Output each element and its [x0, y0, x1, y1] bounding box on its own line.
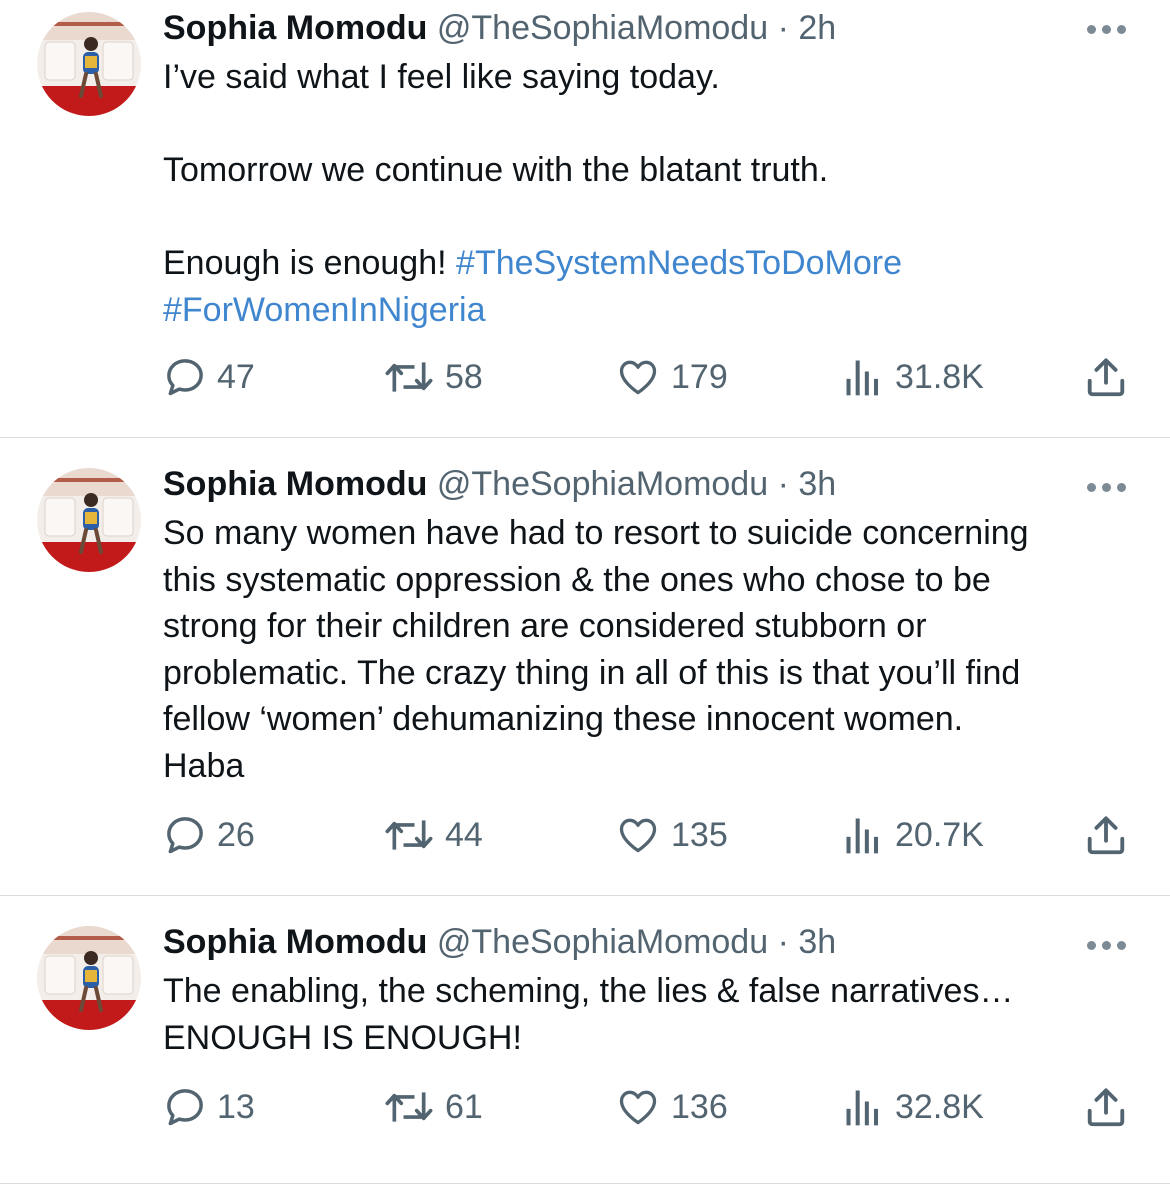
reply-button[interactable]: 26 [163, 810, 255, 860]
action-bar: 13 61 136 32.8K [163, 1082, 1133, 1132]
more-button[interactable] [1085, 480, 1129, 494]
like-count: 135 [671, 815, 728, 854]
views-button[interactable]: 31.8K [841, 352, 984, 402]
display-name[interactable]: Sophia Momodu [163, 465, 427, 503]
avatar-photo [37, 12, 141, 116]
text-line: strong for their children are considered… [163, 607, 927, 645]
avatar-photo [37, 926, 141, 1030]
views-button[interactable]: 20.7K [841, 810, 984, 860]
retweet-button[interactable]: 58 [383, 352, 483, 402]
more-button[interactable] [1085, 22, 1129, 36]
text-line: Enough is enough! #TheSystemNeedsToDoMor… [163, 240, 1133, 287]
share-button[interactable] [1083, 354, 1129, 405]
reply-button[interactable]: 47 [163, 352, 255, 402]
like-icon [615, 355, 661, 399]
action-bar: 47 58 179 31.8K [163, 352, 1133, 402]
display-name[interactable]: Sophia Momodu [163, 923, 427, 961]
reply-count: 26 [217, 815, 255, 854]
share-icon [1083, 1084, 1129, 1130]
like-icon [615, 813, 661, 857]
separator: · [768, 9, 799, 47]
text-line: this systematic oppression & the ones wh… [163, 560, 991, 599]
timestamp[interactable]: 3h [798, 465, 836, 503]
share-icon [1083, 354, 1129, 400]
avatar[interactable] [37, 926, 141, 1030]
tweet-header: Sophia Momodu @TheSophiaMomodu · 2h [163, 6, 1090, 50]
view-count: 32.8K [895, 1087, 984, 1126]
timestamp[interactable]: 2h [798, 9, 836, 47]
like-button[interactable]: 136 [615, 1082, 728, 1132]
retweet-icon [383, 1085, 435, 1129]
divider [0, 895, 1170, 896]
avatar[interactable] [37, 12, 141, 116]
share-button[interactable] [1083, 812, 1129, 863]
like-count: 136 [671, 1087, 728, 1126]
display-name[interactable]: Sophia Momodu [163, 9, 427, 47]
reply-icon [163, 355, 207, 399]
reply-icon [163, 1085, 207, 1129]
handle[interactable]: @TheSophiaMomodu [437, 9, 768, 47]
views-icon [841, 355, 885, 399]
avatar-photo [37, 468, 141, 572]
tweet-text: The enabling, the scheming, the lies & f… [163, 968, 1133, 1061]
timestamp[interactable]: 3h [798, 923, 836, 961]
hashtag-link[interactable]: #ForWomenInNigeria [163, 287, 1133, 334]
like-button[interactable]: 179 [615, 352, 728, 402]
retweet-count: 58 [445, 357, 483, 396]
separator: · [768, 465, 799, 503]
text-line: The enabling, the scheming, the lies & f… [163, 972, 1014, 1010]
separator: · [768, 923, 799, 961]
handle[interactable]: @TheSophiaMomodu [437, 465, 768, 503]
views-icon [841, 813, 885, 857]
views-icon [841, 1085, 885, 1129]
tweet-header: Sophia Momodu @TheSophiaMomodu · 3h [163, 920, 1090, 964]
views-button[interactable]: 32.8K [841, 1082, 984, 1132]
action-bar: 26 44 135 20.7K [163, 810, 1133, 860]
retweet-button[interactable]: 44 [383, 810, 483, 860]
text-line: problematic. The crazy thing in all of t… [163, 653, 1021, 692]
tweet-header: Sophia Momodu @TheSophiaMomodu · 3h [163, 462, 1090, 506]
text-line: Haba [163, 746, 245, 785]
retweet-count: 61 [445, 1087, 483, 1126]
text-line: Tomorrow we continue with the blatant tr… [163, 151, 829, 189]
view-count: 20.7K [895, 815, 984, 854]
text-line: fellow ‘women’ dehumanizing these innoce… [163, 700, 964, 738]
retweet-icon [383, 813, 435, 857]
reply-icon [163, 813, 207, 857]
reply-count: 13 [217, 1087, 255, 1126]
more-button[interactable] [1085, 938, 1129, 952]
retweet-count: 44 [445, 815, 483, 854]
text-line: I’ve said what I feel like saying today. [163, 58, 720, 96]
share-button[interactable] [1083, 1084, 1129, 1135]
divider [0, 1183, 1170, 1184]
handle[interactable]: @TheSophiaMomodu [437, 923, 768, 961]
avatar[interactable] [37, 468, 141, 572]
tweet-text: So many women have had to resort to suic… [163, 510, 1133, 789]
text-segment: Enough is enough! [163, 244, 457, 282]
like-count: 179 [671, 357, 728, 396]
like-button[interactable]: 135 [615, 810, 728, 860]
view-count: 31.8K [895, 357, 984, 396]
reply-count: 47 [217, 357, 255, 396]
text-line: ENOUGH IS ENOUGH! [163, 1018, 522, 1057]
retweet-icon [383, 355, 435, 399]
like-icon [615, 1085, 661, 1129]
hashtag-link[interactable]: #TheSystemNeedsToDoMore [456, 244, 902, 282]
tweet-text: I’ve said what I feel like saying today.… [163, 54, 1133, 333]
share-icon [1083, 812, 1129, 858]
reply-button[interactable]: 13 [163, 1082, 255, 1132]
text-line: So many women have had to resort to suic… [163, 514, 1029, 552]
retweet-button[interactable]: 61 [383, 1082, 483, 1132]
divider [0, 437, 1170, 438]
